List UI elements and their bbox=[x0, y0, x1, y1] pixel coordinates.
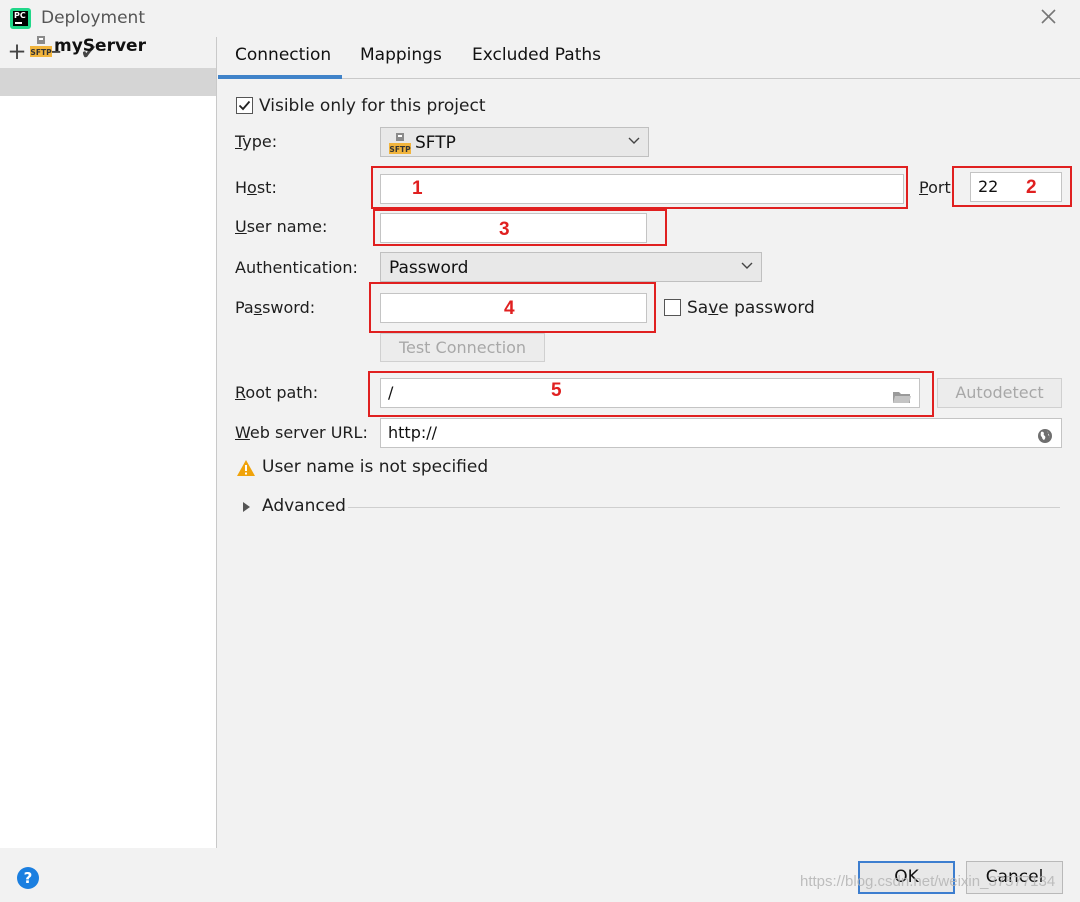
type-select[interactable]: SFTP SFTP bbox=[380, 127, 649, 157]
sftp-icon: SFTP bbox=[30, 35, 52, 57]
sftp-icon: SFTP bbox=[389, 132, 411, 154]
host-label: Host: bbox=[235, 178, 277, 197]
open-in-browser-button[interactable] bbox=[1037, 425, 1053, 443]
expand-advanced-toggle[interactable] bbox=[240, 499, 252, 513]
server-list-panel: + − ✔ bbox=[0, 37, 217, 848]
type-value: SFTP bbox=[415, 133, 456, 153]
window-title: Deployment bbox=[41, 8, 145, 28]
svg-text:SFTP: SFTP bbox=[389, 145, 411, 154]
chevron-down-icon bbox=[628, 137, 640, 144]
chevron-down-icon bbox=[741, 262, 753, 269]
triangle-right-icon bbox=[243, 502, 250, 512]
visible-only-label: Visible only for this project bbox=[259, 96, 486, 116]
password-label: Password: bbox=[235, 298, 316, 317]
server-name: myServer bbox=[54, 36, 146, 56]
annotation-number-2: 2 bbox=[1026, 177, 1037, 198]
authentication-value: Password bbox=[389, 258, 469, 278]
warning-icon bbox=[236, 459, 256, 477]
add-server-button[interactable]: + bbox=[4, 39, 30, 65]
active-tab-indicator bbox=[218, 75, 342, 79]
annotation-number-3: 3 bbox=[499, 219, 510, 240]
watermark: https://blog.csdn.net/weixin_37577134 bbox=[800, 873, 1056, 890]
help-button[interactable]: ? bbox=[17, 867, 39, 889]
port-label: Port bbox=[919, 178, 951, 197]
web-server-url-label: Web server URL: bbox=[235, 423, 368, 442]
tab-mappings[interactable]: Mappings bbox=[360, 45, 442, 65]
close-button[interactable] bbox=[1036, 4, 1062, 30]
plus-icon: + bbox=[7, 39, 27, 65]
port-input[interactable]: 22 bbox=[970, 172, 1062, 202]
close-icon bbox=[1041, 9, 1056, 24]
advanced-section-label[interactable]: Advanced bbox=[262, 496, 346, 516]
test-connection-button[interactable]: Test Connection bbox=[380, 333, 545, 362]
root-path-value: / bbox=[388, 383, 394, 402]
browse-folder-button[interactable] bbox=[892, 386, 912, 403]
annotation-number-4: 4 bbox=[504, 298, 515, 319]
user-name-label: User name: bbox=[235, 217, 328, 236]
pycharm-logo-icon: PC bbox=[10, 8, 31, 29]
tabs-divider bbox=[218, 78, 1080, 79]
authentication-select[interactable]: Password bbox=[380, 252, 762, 282]
server-list-item[interactable] bbox=[0, 68, 216, 96]
help-icon: ? bbox=[23, 869, 33, 887]
type-label: Type: bbox=[235, 132, 278, 151]
authentication-label: Authentication: bbox=[235, 258, 358, 277]
folder-icon bbox=[893, 392, 911, 403]
tab-excluded-paths[interactable]: Excluded Paths bbox=[472, 45, 601, 65]
save-password-label: Save password bbox=[687, 298, 815, 318]
tab-connection[interactable]: Connection bbox=[235, 45, 331, 65]
host-input[interactable] bbox=[380, 174, 904, 204]
annotation-number-1: 1 bbox=[412, 178, 423, 199]
save-password-checkbox[interactable] bbox=[664, 299, 681, 316]
svg-text:SFTP: SFTP bbox=[30, 48, 52, 57]
advanced-divider bbox=[348, 507, 1060, 508]
warning-message: User name is not specified bbox=[262, 457, 489, 477]
web-server-url-value: http:// bbox=[388, 423, 438, 442]
visible-only-checkbox[interactable] bbox=[236, 97, 253, 114]
globe-icon bbox=[1038, 429, 1052, 443]
root-path-label: Root path: bbox=[235, 383, 319, 402]
root-path-input[interactable]: / bbox=[380, 378, 920, 408]
checkmark-icon bbox=[238, 100, 251, 111]
autodetect-button[interactable]: Autodetect bbox=[937, 378, 1062, 408]
web-server-url-input[interactable]: http:// bbox=[380, 418, 1062, 448]
title-bar bbox=[0, 0, 1080, 37]
user-name-input[interactable] bbox=[380, 213, 647, 243]
annotation-number-5: 5 bbox=[551, 380, 562, 401]
